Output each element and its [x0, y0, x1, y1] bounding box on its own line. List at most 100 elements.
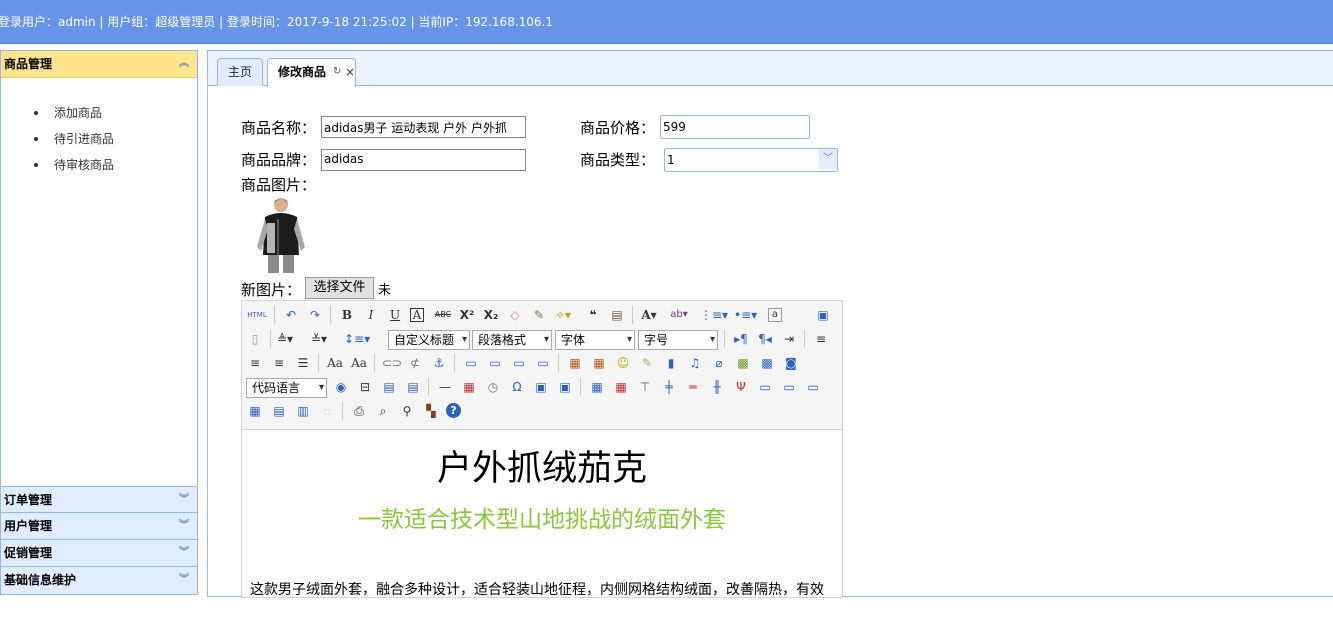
music-icon[interactable]: ♫: [686, 354, 704, 372]
choose-file-button[interactable]: 选择文件: [305, 277, 374, 299]
strikethrough-icon[interactable]: ABC: [434, 306, 452, 324]
page-break-icon[interactable]: ⊟: [356, 378, 374, 396]
chevron-down-icon[interactable]: ︾: [179, 487, 189, 513]
goods-type-select[interactable]: 1 ﹀: [664, 148, 838, 172]
goods-name-input[interactable]: adidas男子 运动表现 户外 户外抓: [321, 116, 526, 138]
uppercase-icon[interactable]: Aa: [326, 354, 344, 372]
refresh-icon[interactable]: ↻: [333, 59, 341, 85]
row-spacing-top-icon[interactable]: ≜▾: [276, 330, 294, 348]
font-family-select[interactable]: 字体: [555, 330, 635, 350]
unlink-icon[interactable]: ⊄: [406, 354, 424, 372]
link-icon[interactable]: ⊂⊃: [382, 354, 402, 372]
indent-icon[interactable]: ⇥: [780, 330, 798, 348]
paste-plain-icon[interactable]: ▤: [608, 306, 626, 324]
sidebar-item-pending-import[interactable]: 待引进商品: [34, 131, 114, 157]
insert-column-icon[interactable]: ╫: [708, 378, 726, 396]
rtl-direction-icon[interactable]: ¶◂: [756, 330, 774, 348]
paragraph-format-select[interactable]: 段落格式: [472, 330, 552, 350]
multi-image-icon[interactable]: ▦: [590, 354, 608, 372]
google-map-icon[interactable]: ▩: [758, 354, 776, 372]
merge-down-icon[interactable]: ▭: [804, 378, 822, 396]
anchor-icon[interactable]: ⚓: [430, 354, 448, 372]
fullscreen-icon[interactable]: ▣: [814, 306, 832, 324]
date-icon[interactable]: ▦: [460, 378, 478, 396]
merge-cells-icon[interactable]: ▭: [756, 378, 774, 396]
align-center-icon[interactable]: ≡: [246, 354, 264, 372]
image-left-icon[interactable]: ▭: [486, 354, 504, 372]
chevron-down-icon[interactable]: ︾: [179, 540, 189, 566]
chevron-down-icon[interactable]: ︾: [179, 513, 189, 539]
font-border-icon[interactable]: A: [410, 308, 424, 322]
tab-home[interactable]: 主页: [217, 58, 263, 86]
chevron-up-icon[interactable]: ︽: [179, 51, 189, 77]
insert-row-icon[interactable]: ╪: [660, 378, 678, 396]
emotion-icon[interactable]: ☺: [614, 354, 632, 372]
delete-row-icon[interactable]: ═: [684, 378, 702, 396]
special-chars-icon[interactable]: Ω: [508, 378, 526, 396]
help-icon[interactable]: ?: [446, 403, 461, 418]
image-center-icon[interactable]: ▭: [534, 354, 552, 372]
italic-icon[interactable]: I: [362, 306, 380, 324]
underline-icon[interactable]: U: [386, 306, 404, 324]
merge-right-icon[interactable]: ▭: [780, 378, 798, 396]
tab-edit-goods[interactable]: 修改商品 ↻ ×: [267, 58, 356, 87]
scrawl-icon[interactable]: ✎: [638, 354, 656, 372]
horizontal-rule-icon[interactable]: —: [436, 378, 454, 396]
print-icon[interactable]: ⎙: [350, 402, 368, 420]
highlight-color-icon[interactable]: ab▾: [670, 306, 688, 324]
split-to-cols-icon[interactable]: ▥: [294, 402, 312, 420]
chevron-down-icon[interactable]: ︾: [179, 567, 189, 593]
draft-icon[interactable]: ▚: [422, 402, 440, 420]
align-left-icon[interactable]: ≡: [812, 330, 830, 348]
sidebar-item-add-goods[interactable]: 添加商品: [34, 105, 114, 131]
video-icon[interactable]: ▮: [662, 354, 680, 372]
chevron-down-icon[interactable]: ﹀: [819, 149, 837, 169]
undo-icon[interactable]: ↶: [282, 306, 300, 324]
attachment-icon[interactable]: ⌀: [710, 354, 728, 372]
goods-brand-input[interactable]: adidas: [321, 149, 526, 171]
template-icon[interactable]: ▤: [380, 378, 398, 396]
sidebar-section-basic-info[interactable]: 基础信息维护 ︾: [1, 567, 197, 594]
background-icon[interactable]: ▤: [404, 378, 422, 396]
line-height-icon[interactable]: ↕≡▾: [344, 330, 370, 348]
delete-column-icon[interactable]: Ψ: [732, 378, 750, 396]
close-icon[interactable]: ×: [345, 59, 355, 85]
simple-upload-icon[interactable]: ▦: [566, 354, 584, 372]
auto-format-icon[interactable]: ✧▾: [554, 306, 572, 324]
image-right-icon[interactable]: ▭: [510, 354, 528, 372]
sidebar-section-promotions[interactable]: 促销管理 ︾: [1, 540, 197, 567]
insert-paragraph-before-table-icon[interactable]: ⊤: [636, 378, 654, 396]
image-none-icon[interactable]: ▭: [462, 354, 480, 372]
superscript-icon[interactable]: X²: [458, 306, 476, 324]
insert-code-icon[interactable]: ◉: [332, 378, 350, 396]
format-brush-icon[interactable]: ✎: [530, 306, 548, 324]
preview-icon[interactable]: ⌕: [374, 402, 392, 420]
font-size-select[interactable]: 字号: [638, 330, 718, 350]
align-right-icon[interactable]: ≡: [270, 354, 288, 372]
insert-table-icon[interactable]: ▦: [588, 378, 606, 396]
sidebar-section-goods[interactable]: 商品管理 ︽: [1, 51, 197, 78]
insert-frame-icon[interactable]: ◙: [782, 354, 800, 372]
chart-icon[interactable]: ▫: [318, 402, 336, 420]
ordered-list-icon[interactable]: ⋮≡▾: [700, 306, 728, 324]
delete-table-icon[interactable]: ▦: [612, 378, 630, 396]
lowercase-icon[interactable]: Aa: [350, 354, 368, 372]
editor-content[interactable]: 户外抓绒茄克 一款适合技术型山地挑战的绒面外套 这款男子绒面外套，融合多种设计，…: [242, 430, 842, 597]
align-justify-icon[interactable]: ☰: [294, 354, 312, 372]
sidebar-item-pending-review[interactable]: 待审核商品: [34, 157, 114, 183]
blockquote-icon[interactable]: ❝: [584, 306, 602, 324]
split-to-cells-icon[interactable]: ▦: [246, 402, 264, 420]
html-source-icon[interactable]: HTML: [246, 306, 268, 324]
unordered-list-icon[interactable]: •≡▾: [734, 306, 757, 324]
split-to-rows-icon[interactable]: ▤: [270, 402, 288, 420]
code-language-select[interactable]: 代码语言: [246, 378, 327, 398]
map-icon[interactable]: ▩: [734, 354, 752, 372]
sidebar-section-orders[interactable]: 订单管理 ︾: [1, 486, 197, 513]
goods-price-input[interactable]: 599: [660, 115, 810, 139]
custom-heading-select[interactable]: 自定义标题: [388, 330, 470, 350]
ltr-direction-icon[interactable]: ▸¶: [732, 330, 750, 348]
time-icon[interactable]: ◷: [484, 378, 502, 396]
wordimage-icon[interactable]: ▣: [532, 378, 550, 396]
font-color-icon[interactable]: A▾: [640, 306, 658, 324]
new-document-icon[interactable]: ▯: [246, 330, 264, 348]
